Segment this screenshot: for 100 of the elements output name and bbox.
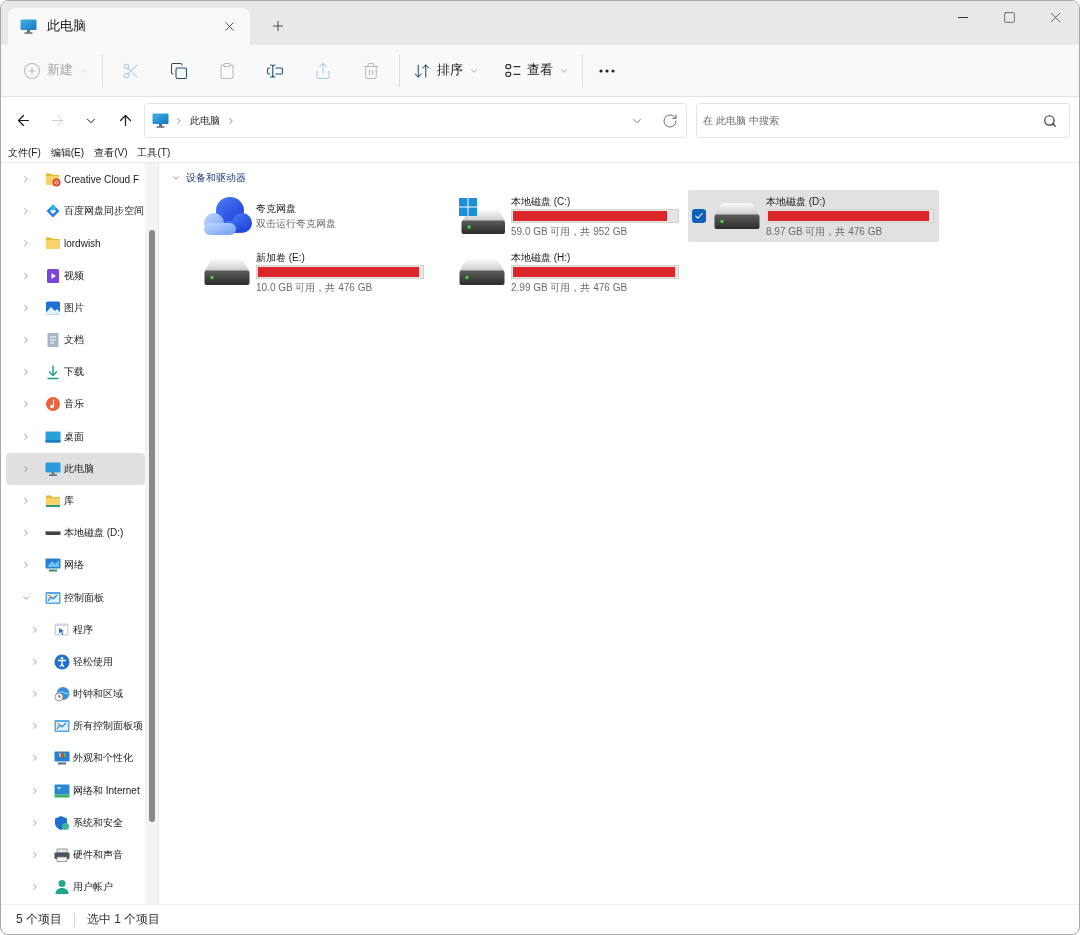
chevron-icon[interactable] bbox=[30, 785, 40, 796]
chevron-icon[interactable] bbox=[21, 560, 31, 571]
video-icon bbox=[45, 267, 61, 284]
music-icon bbox=[45, 396, 61, 413]
sidebar-item[interactable]: 百度网盘同步空间 bbox=[6, 195, 145, 228]
chevron-icon[interactable] bbox=[171, 173, 181, 183]
chevron-icon[interactable] bbox=[30, 624, 40, 635]
sidebar-item[interactable]: 网络和 Internet bbox=[6, 774, 145, 807]
drive-item[interactable]: 本地磁盘 (D:) 8.97 GB 可用，共 476 GB bbox=[688, 190, 939, 242]
network-icon bbox=[45, 557, 61, 574]
sidebar-item[interactable]: 文档 bbox=[6, 323, 145, 357]
sidebar-item[interactable]: 视频 bbox=[6, 259, 145, 292]
drive-usage: 10.0 GB 可用，共 476 GB bbox=[256, 280, 374, 294]
scrollbar-thumb[interactable] bbox=[148, 230, 155, 822]
chevron-icon[interactable] bbox=[21, 495, 31, 506]
menu-item[interactable]: 文件(F) bbox=[7, 146, 42, 160]
printer-icon bbox=[54, 847, 70, 864]
monitor-icon bbox=[45, 460, 61, 477]
chevron-icon[interactable] bbox=[30, 689, 40, 700]
chevron-icon[interactable] bbox=[21, 302, 31, 313]
chevron-icon[interactable] bbox=[21, 174, 31, 185]
sidebar-item[interactable]: 网络 bbox=[6, 549, 145, 582]
menu-item[interactable]: 编辑(E) bbox=[49, 146, 86, 160]
share-icon bbox=[314, 61, 332, 80]
sidebar-item[interactable]: lordwish bbox=[6, 227, 145, 260]
diamond-icon bbox=[45, 203, 61, 220]
drive-item[interactable]: 夸克网盘 双击运行夸克网盘 bbox=[178, 190, 429, 242]
chevron-icon[interactable] bbox=[21, 463, 31, 474]
sort-button[interactable]: 排序 bbox=[404, 52, 488, 89]
drive-icon bbox=[714, 203, 760, 229]
refresh-icon[interactable] bbox=[662, 112, 678, 129]
scissors-icon bbox=[122, 61, 140, 80]
chevron-icon bbox=[174, 115, 184, 126]
checkbox[interactable] bbox=[692, 209, 706, 223]
drive-item[interactable]: 本地磁盘 (H:) 2.99 GB 可用，共 476 GB bbox=[433, 246, 684, 298]
sidebar-item[interactable]: 此电脑 bbox=[6, 452, 145, 485]
status-text: 选中 1 个项目 bbox=[87, 911, 161, 928]
chevron-icon[interactable] bbox=[30, 850, 40, 861]
search-icon[interactable] bbox=[1043, 113, 1057, 128]
cloud-icon bbox=[202, 196, 252, 236]
sidebar-item[interactable]: 下载 bbox=[6, 356, 145, 389]
drive-item[interactable]: 新加卷 (E:) 10.0 GB 可用，共 476 GB bbox=[178, 246, 429, 298]
menu-item[interactable]: 查看(V) bbox=[93, 146, 129, 160]
search-input[interactable]: 在 此电脑 中搜索 bbox=[703, 115, 1043, 126]
drive-icon bbox=[459, 259, 505, 285]
chevron-icon[interactable] bbox=[21, 238, 31, 249]
sidebar-item[interactable]: 桌面 bbox=[6, 420, 145, 453]
sidebar-item[interactable]: 图片 bbox=[6, 291, 145, 324]
chevron-icon[interactable] bbox=[30, 882, 40, 893]
program-window-icon bbox=[54, 621, 70, 638]
chevron-icon[interactable] bbox=[21, 335, 31, 346]
chevron-icon[interactable] bbox=[30, 656, 40, 667]
chevron-icon[interactable] bbox=[21, 399, 31, 410]
sidebar-item[interactable]: 硬件和声音 bbox=[6, 838, 145, 872]
monitor-icon bbox=[20, 19, 37, 34]
chevron-icon[interactable] bbox=[21, 206, 31, 217]
sidebar-item[interactable]: 用户帐户 bbox=[6, 871, 145, 904]
picture-icon bbox=[45, 299, 61, 316]
menu-item[interactable]: 工具(T) bbox=[136, 146, 172, 160]
sidebar-item[interactable]: 时钟和区域 bbox=[6, 678, 145, 711]
sidebar-item[interactable]: 所有控制面板项 bbox=[6, 710, 145, 743]
tab[interactable]: 此电脑 bbox=[8, 8, 250, 45]
sidebar-item[interactable]: 库 bbox=[6, 484, 145, 518]
shield-icon bbox=[54, 814, 70, 831]
drive-subtitle: 双击运行夸克网盘 bbox=[256, 217, 337, 230]
control-panel-icon bbox=[45, 589, 61, 606]
chevron-icon[interactable] bbox=[21, 431, 31, 442]
status-text: 5 个项目 bbox=[16, 911, 62, 928]
chevron-icon[interactable] bbox=[21, 528, 31, 539]
plus-icon bbox=[270, 18, 286, 34]
chevron-icon[interactable] bbox=[21, 367, 31, 378]
maximize-icon bbox=[1002, 10, 1016, 24]
chevron-icon[interactable] bbox=[30, 817, 40, 828]
sidebar-item[interactable]: 音乐 bbox=[6, 388, 145, 421]
sidebar-item[interactable]: 程序 bbox=[6, 613, 145, 646]
download-icon bbox=[45, 364, 61, 381]
search-box[interactable]: 在 此电脑 中搜索 bbox=[696, 103, 1070, 138]
drive-name: 本地磁盘 (D:) bbox=[766, 194, 827, 208]
view-list-icon bbox=[505, 64, 521, 77]
address-bar[interactable]: 此电脑 bbox=[144, 103, 687, 138]
view-button[interactable]: 查看 bbox=[496, 52, 578, 89]
check-icon bbox=[694, 211, 704, 221]
drive-item[interactable]: 本地磁盘 (C:) 59.0 GB 可用，共 952 GB bbox=[433, 190, 684, 242]
drive-name: 本地磁盘 (C:) bbox=[511, 194, 572, 208]
sidebar-item[interactable]: 外观和个性化 bbox=[6, 742, 145, 775]
sidebar-item[interactable]: 系统和安全 bbox=[6, 806, 145, 839]
monitor-icon bbox=[152, 113, 169, 128]
chevron-icon[interactable] bbox=[30, 753, 40, 764]
sidebar-item[interactable]: 控制面板 bbox=[6, 581, 145, 614]
accessibility-icon bbox=[54, 653, 70, 670]
drive-usage: 2.99 GB 可用，共 476 GB bbox=[511, 280, 629, 294]
drive-name: 本地磁盘 (H:) bbox=[511, 250, 572, 264]
sidebar-item[interactable]: 轻松使用 bbox=[6, 645, 145, 678]
sidebar-item[interactable]: 本地磁盘 (D:) bbox=[6, 517, 145, 550]
drive-name: 新加卷 (E:) bbox=[256, 250, 306, 264]
chevron-icon[interactable] bbox=[30, 721, 40, 732]
plus-circle-icon bbox=[23, 61, 41, 80]
breadcrumb-item[interactable]: 此电脑 bbox=[189, 111, 221, 130]
chevron-icon[interactable] bbox=[21, 270, 31, 281]
sidebar-item[interactable]: Creative Cloud F bbox=[6, 163, 145, 196]
